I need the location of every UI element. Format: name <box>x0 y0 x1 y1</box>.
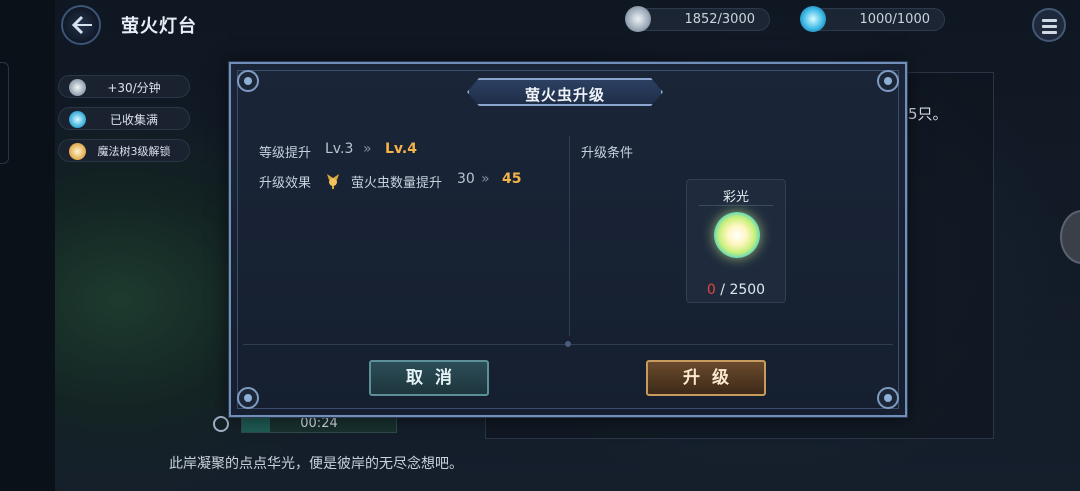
firefly-icon <box>327 174 339 189</box>
resource-counter-light: 1852/3000 <box>625 6 770 32</box>
status-chip-collected: 已收集满 <box>58 107 190 130</box>
dialog-title-plate: 萤火虫升级 <box>467 78 663 106</box>
page-title: 萤火灯台 <box>121 16 197 37</box>
requirement-card[interactable]: 彩光 0 / 2500 <box>686 179 786 303</box>
cancel-button[interactable]: 取消 <box>369 360 489 396</box>
menu-icon <box>1042 19 1057 22</box>
effect-from: 30 <box>457 171 475 187</box>
flavor-text: 此岸凝聚的点点华光，便是彼岸的无尽念想吧。 <box>169 456 463 472</box>
corner-ornament <box>237 70 259 92</box>
back-arrow-icon <box>71 15 92 35</box>
requirement-name: 彩光 <box>722 190 749 205</box>
rainbow-light-orb-icon <box>714 212 760 258</box>
divider <box>569 136 570 336</box>
resource-counter-energy: 1000/1000 <box>800 6 945 32</box>
dialog-title: 萤火虫升级 <box>524 86 605 104</box>
effect-name: 萤火虫数量提升 <box>351 176 443 191</box>
requirement-need: / 2500 <box>720 282 766 298</box>
timer-label: 00:24 <box>300 416 338 431</box>
effect-label: 升级效果 <box>259 176 312 191</box>
level-to: Lv.4 <box>385 141 417 157</box>
resource-value: 1852/3000 <box>684 12 755 27</box>
requirements-label: 升级条件 <box>581 146 634 161</box>
blue-orb-icon <box>800 6 826 32</box>
background-panel-text: 5只。 <box>908 105 948 123</box>
requirement-count: 0 / 2500 <box>687 282 785 298</box>
level-label: 等级提升 <box>259 146 312 161</box>
double-chevron-icon: » <box>363 141 372 157</box>
effect-to: 45 <box>502 171 522 187</box>
corner-ornament <box>877 70 899 92</box>
requirement-have: 0 <box>706 282 716 298</box>
status-chip-unlock: 魔法树3级解锁 <box>58 139 190 162</box>
corner-ornament <box>877 387 899 409</box>
double-chevron-icon: » <box>481 171 490 187</box>
corner-ornament <box>237 387 259 409</box>
upgrade-dialog: 萤火虫升级 等级提升 Lv.3 » Lv.4 升级效果 萤火虫数量提升 30 »… <box>229 62 907 417</box>
menu-button[interactable] <box>1032 8 1066 42</box>
timer-progress-bar: 00:24 <box>241 415 397 433</box>
upgrade-button[interactable]: 升级 <box>646 360 766 396</box>
resource-value: 1000/1000 <box>859 12 930 27</box>
left-edge-bar <box>0 0 55 491</box>
back-button[interactable] <box>61 5 101 45</box>
level-from: Lv.3 <box>325 141 354 157</box>
status-chip-rate: +30/分钟 <box>58 75 190 98</box>
clock-icon <box>213 416 229 432</box>
gray-orb-icon <box>625 6 651 32</box>
